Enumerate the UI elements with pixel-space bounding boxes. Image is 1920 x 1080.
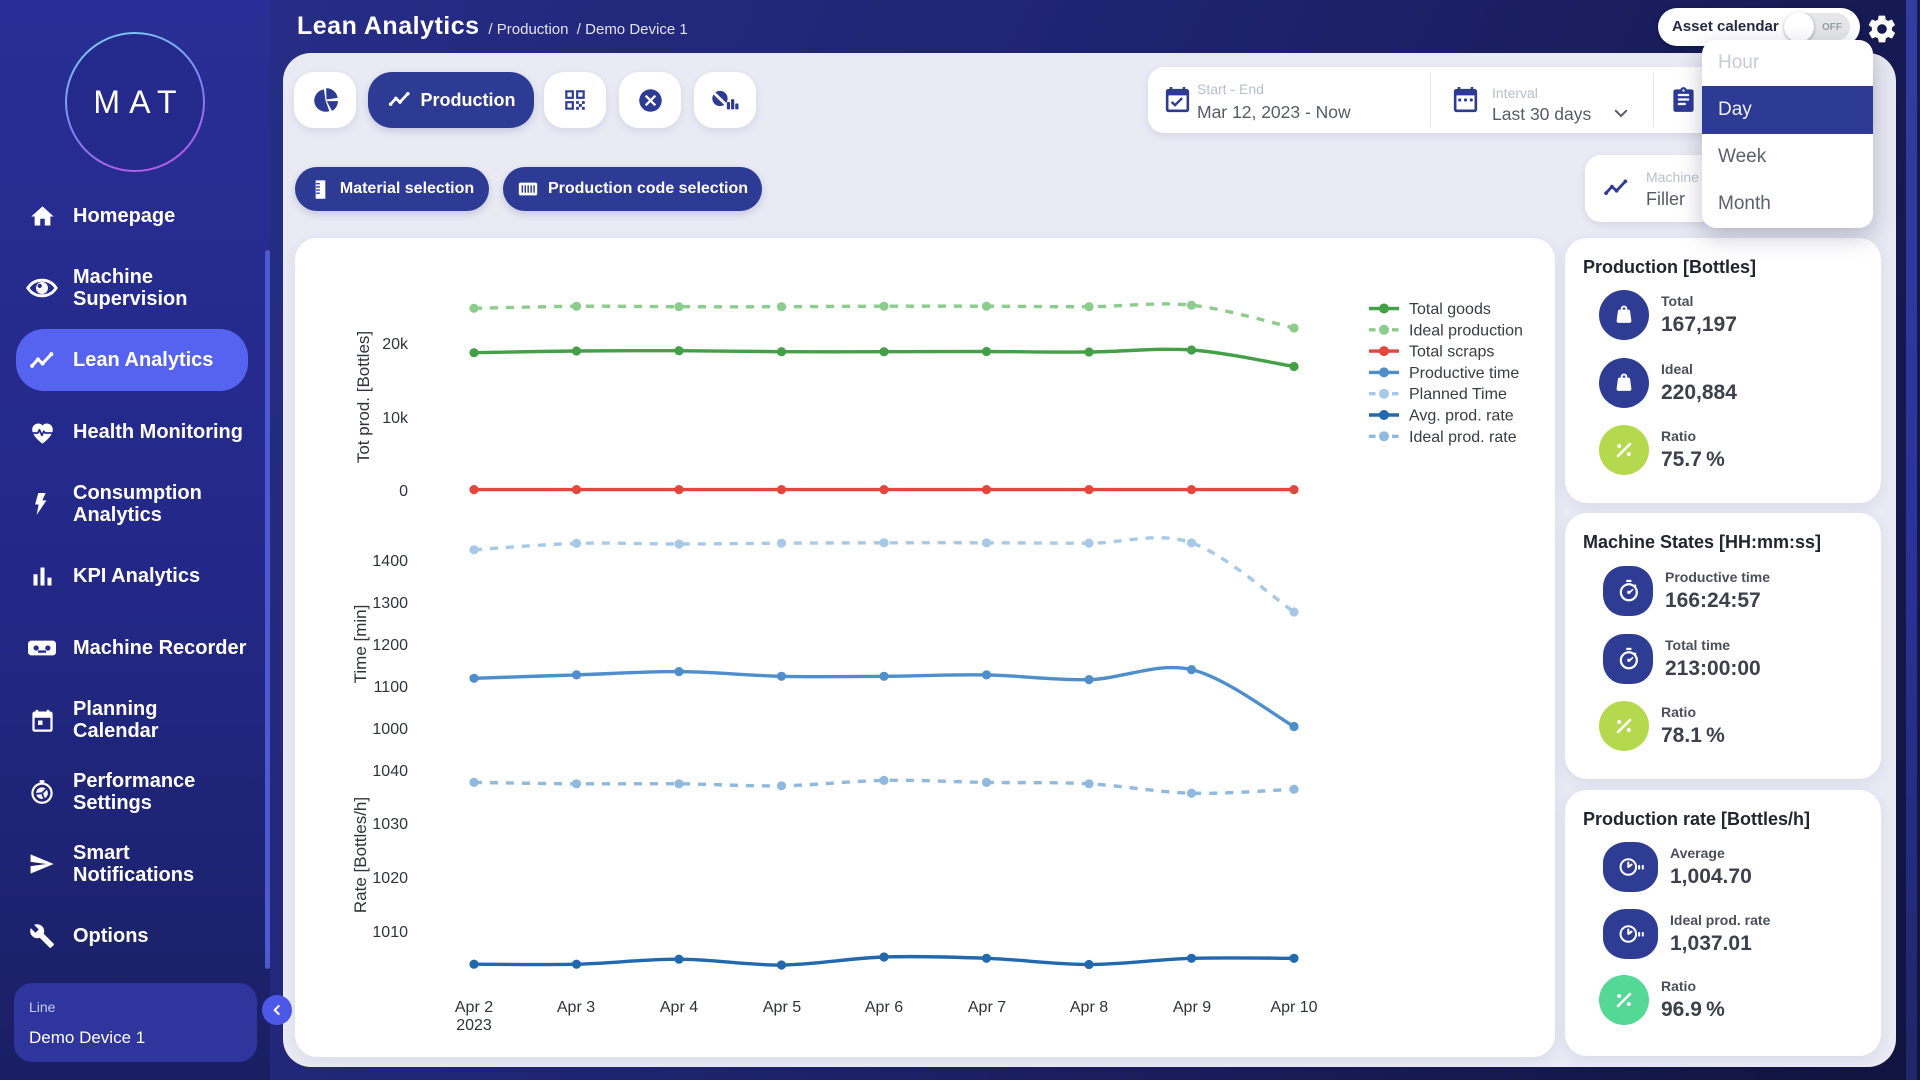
svg-text:Total scraps: Total scraps — [1409, 344, 1494, 361]
svg-text:1200: 1200 — [372, 637, 408, 654]
svg-text:20k: 20k — [382, 336, 409, 353]
svg-text:1400: 1400 — [372, 553, 408, 570]
svg-text:1000: 1000 — [372, 721, 408, 738]
svg-text:Apr 5: Apr 5 — [763, 999, 801, 1016]
svg-text:10k: 10k — [382, 410, 409, 427]
svg-text:Apr 7: Apr 7 — [968, 999, 1006, 1016]
svg-text:Apr 10: Apr 10 — [1270, 999, 1317, 1016]
svg-text:1100: 1100 — [374, 679, 409, 696]
svg-text:Ideal prod. rate: Ideal prod. rate — [1409, 429, 1517, 446]
svg-text:Productive time: Productive time — [1409, 365, 1519, 382]
svg-text:Apr 8: Apr 8 — [1070, 999, 1108, 1016]
svg-text:Apr 3: Apr 3 — [557, 999, 595, 1016]
svg-text:1020: 1020 — [372, 870, 408, 887]
svg-text:Planned Time: Planned Time — [1409, 386, 1507, 403]
svg-text:Apr 4: Apr 4 — [660, 999, 698, 1016]
svg-text:1040: 1040 — [372, 763, 408, 780]
svg-text:Apr 2: Apr 2 — [455, 999, 493, 1016]
svg-text:Ideal production: Ideal production — [1409, 322, 1523, 339]
svg-text:Apr 9: Apr 9 — [1173, 999, 1211, 1016]
svg-text:0: 0 — [399, 483, 408, 500]
svg-text:1010: 1010 — [372, 924, 408, 941]
svg-text:Total goods: Total goods — [1409, 301, 1491, 318]
svg-text:Apr 6: Apr 6 — [865, 999, 903, 1016]
svg-text:2023: 2023 — [456, 1017, 492, 1034]
svg-text:Avg. prod. rate: Avg. prod. rate — [1409, 408, 1514, 425]
svg-text:Tot prod. [Bottles]: Tot prod. [Bottles] — [354, 331, 373, 463]
svg-text:1300: 1300 — [372, 595, 408, 612]
svg-text:1030: 1030 — [372, 816, 408, 833]
svg-text:Time [min]: Time [min] — [351, 605, 370, 684]
svg-text:Rate [Bottles/h]: Rate [Bottles/h] — [351, 797, 370, 913]
